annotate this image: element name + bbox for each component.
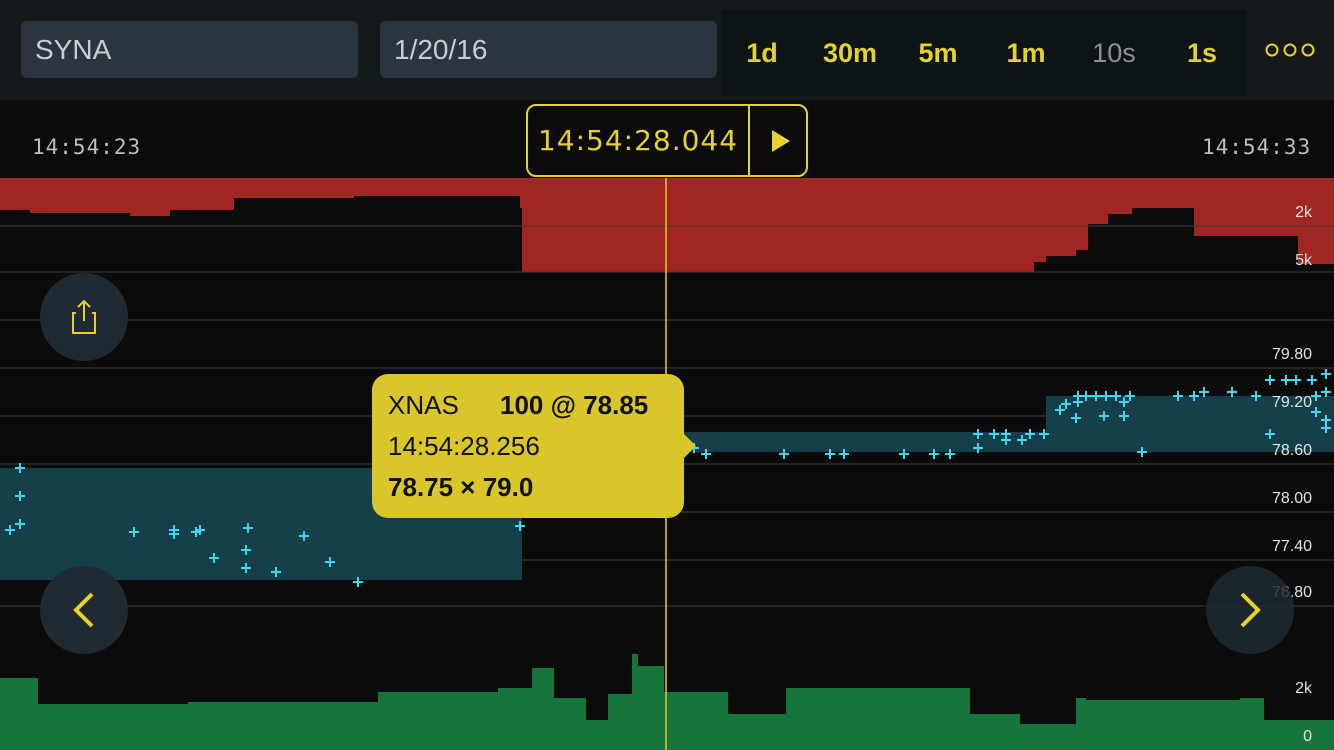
time-range-start: 14:54:23 — [32, 135, 142, 159]
ask-depth-step — [30, 213, 130, 272]
ask-depth-step — [1194, 236, 1298, 272]
ask-depth-step — [170, 210, 234, 272]
bid-depth-step — [728, 714, 786, 750]
bid-depth-step — [638, 666, 664, 750]
bid-depth-step — [1020, 724, 1076, 750]
trade-marker — [1227, 387, 1237, 397]
bid-axis-0: 0 — [1303, 728, 1312, 745]
cursor-time: 14:54:28.044 — [537, 124, 739, 157]
symbol-field[interactable]: SYNA — [21, 21, 358, 78]
chevron-left-icon — [73, 592, 94, 628]
ask-depth-step — [130, 216, 170, 272]
chevron-right-icon — [1240, 592, 1261, 628]
tooltip-quote: 78.75 × 79.0 — [388, 472, 534, 502]
more-dots-icon[interactable] — [1264, 40, 1316, 60]
play-icon[interactable] — [772, 130, 790, 152]
trade-marker — [1281, 375, 1291, 385]
trade-marker — [1265, 375, 1275, 385]
tooltip-trade: 100 @ 78.85 — [500, 390, 649, 420]
ask-axis-2k: 2k — [1295, 204, 1312, 221]
interval-selector: 1d 30m 5m 1m 10s 1s — [722, 10, 1246, 96]
trade-marker — [1291, 375, 1301, 385]
bid-depth-step — [0, 678, 38, 750]
next-button[interactable] — [1206, 566, 1294, 654]
ask-depth-step — [1034, 262, 1046, 272]
price-axis-79-80: 79.80 — [1271, 346, 1312, 363]
ask-depth-step — [1076, 250, 1088, 272]
ask-depth-step — [354, 196, 520, 272]
bid-depth-step — [1240, 698, 1264, 750]
bid-depth-step — [632, 654, 638, 750]
price-axis-79-20: 79.20 — [1271, 394, 1312, 411]
bid-depth-step — [970, 714, 1020, 750]
bid-depth-step — [1076, 698, 1086, 750]
share-icon — [72, 299, 96, 334]
bid-depth-step — [1086, 700, 1240, 750]
date-field[interactable]: 1/20/16 — [380, 21, 717, 78]
bid-depth-step — [378, 692, 498, 750]
ask-axis-5k: 5k — [1295, 252, 1312, 269]
cursor-divider — [748, 106, 750, 175]
trade-marker — [1199, 387, 1209, 397]
trade-marker — [1321, 369, 1331, 379]
interval-1s[interactable]: 1s — [1162, 10, 1242, 96]
tooltip-time: 14:54:28.256 — [388, 431, 540, 461]
price-axis-77-40: 77.40 — [1271, 538, 1312, 555]
bid-depth-step — [554, 698, 586, 750]
bid-depth-step — [532, 668, 554, 750]
interval-30m[interactable]: 30m — [810, 10, 890, 96]
interval-5m[interactable]: 5m — [898, 10, 978, 96]
trade-marker — [1307, 375, 1317, 385]
ask-depth-step — [1088, 224, 1108, 272]
top-bar: SYNA 1/20/16 1d 30m 5m 1m 10s 1s — [0, 0, 1334, 100]
ask-depth-step — [1046, 256, 1076, 272]
bid-depth-step — [664, 692, 728, 750]
ask-depth-step — [1132, 208, 1194, 272]
ask-depth-step — [0, 210, 30, 272]
bid-depth-step — [1264, 720, 1334, 750]
bid-depth-step — [586, 720, 608, 750]
bid-depth-step — [498, 688, 532, 750]
previous-button[interactable] — [40, 566, 128, 654]
share-button[interactable] — [40, 273, 128, 361]
bid-depth-step — [786, 688, 970, 750]
trade-tooltip: XNAS 100 @ 78.85 14:54:28.256 78.75 × 79… — [372, 374, 696, 518]
bid-depth-step — [608, 694, 632, 750]
price-axis-78-00: 78.00 — [1271, 490, 1312, 507]
interval-1m[interactable]: 1m — [986, 10, 1066, 96]
bid-depth-step — [188, 702, 378, 750]
interval-1d[interactable]: 1d — [722, 10, 802, 96]
interval-10s[interactable]: 10s — [1074, 10, 1154, 96]
ask-depth-step — [1108, 214, 1132, 272]
time-range-end: 14:54:33 — [1202, 135, 1312, 159]
bid-depth-step — [38, 704, 188, 750]
tooltip-venue: XNAS — [388, 390, 459, 420]
ask-depth-step — [234, 198, 354, 272]
price-axis-78-60: 78.60 — [1271, 442, 1312, 459]
bid-axis-2k: 2k — [1295, 680, 1312, 697]
cursor-time-box[interactable]: 14:54:28.044 — [526, 104, 808, 177]
trade-marker — [1321, 387, 1331, 397]
ask-depth-step — [520, 208, 522, 272]
